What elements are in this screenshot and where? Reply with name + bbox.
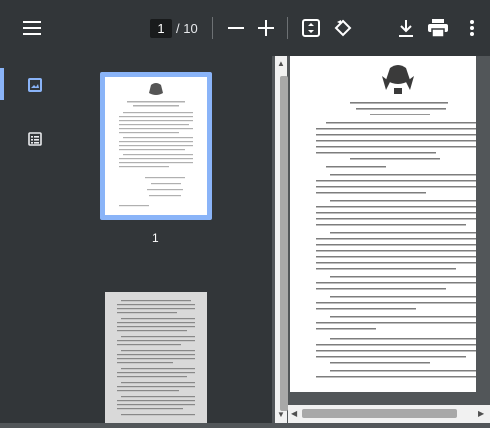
fit-page-icon[interactable] xyxy=(301,18,321,38)
more-vert-icon[interactable] xyxy=(462,18,482,38)
horizontal-scrollbar[interactable]: ◀ ▶ xyxy=(288,405,490,423)
menu-icon[interactable] xyxy=(22,18,42,38)
scroll-down-arrow-icon[interactable]: ▼ xyxy=(277,410,285,420)
scroll-left-arrow-icon[interactable]: ◀ xyxy=(291,409,297,419)
plus-icon[interactable] xyxy=(256,18,276,38)
thumbnail-page-1[interactable] xyxy=(100,72,212,220)
page-number-input[interactable]: 1 xyxy=(150,19,172,38)
vertical-scrollbar[interactable]: ▲ ▼ xyxy=(275,56,288,423)
horizontal-scroll-thumb[interactable] xyxy=(302,409,457,418)
document-viewer: ▲ ▼ ◀ ▶ xyxy=(272,56,490,423)
active-indicator xyxy=(0,68,4,100)
print-icon[interactable] xyxy=(428,18,448,38)
page-total: / 10 xyxy=(176,21,198,36)
page-content xyxy=(316,65,476,378)
toolbar: 1 / 10 xyxy=(0,0,490,56)
toolbar-divider xyxy=(287,17,288,39)
scroll-up-arrow-icon[interactable]: ▲ xyxy=(277,59,285,69)
thumbnails-icon[interactable] xyxy=(26,76,44,94)
thumbnail-image xyxy=(105,77,207,215)
sidebar-nav xyxy=(0,56,44,423)
pdf-page-1 xyxy=(290,56,476,392)
vertical-scroll-thumb[interactable] xyxy=(280,76,288,411)
minus-icon[interactable] xyxy=(226,18,246,38)
scroll-right-arrow-icon[interactable]: ▶ xyxy=(478,409,484,419)
download-icon[interactable] xyxy=(396,18,416,38)
outline-icon[interactable] xyxy=(26,130,44,148)
rotate-icon[interactable] xyxy=(333,18,353,38)
sidebar: 1 xyxy=(0,56,272,423)
thumbnail-label-1: 1 xyxy=(152,231,159,245)
thumbnail-page-2[interactable] xyxy=(105,292,207,423)
toolbar-divider xyxy=(212,17,213,39)
